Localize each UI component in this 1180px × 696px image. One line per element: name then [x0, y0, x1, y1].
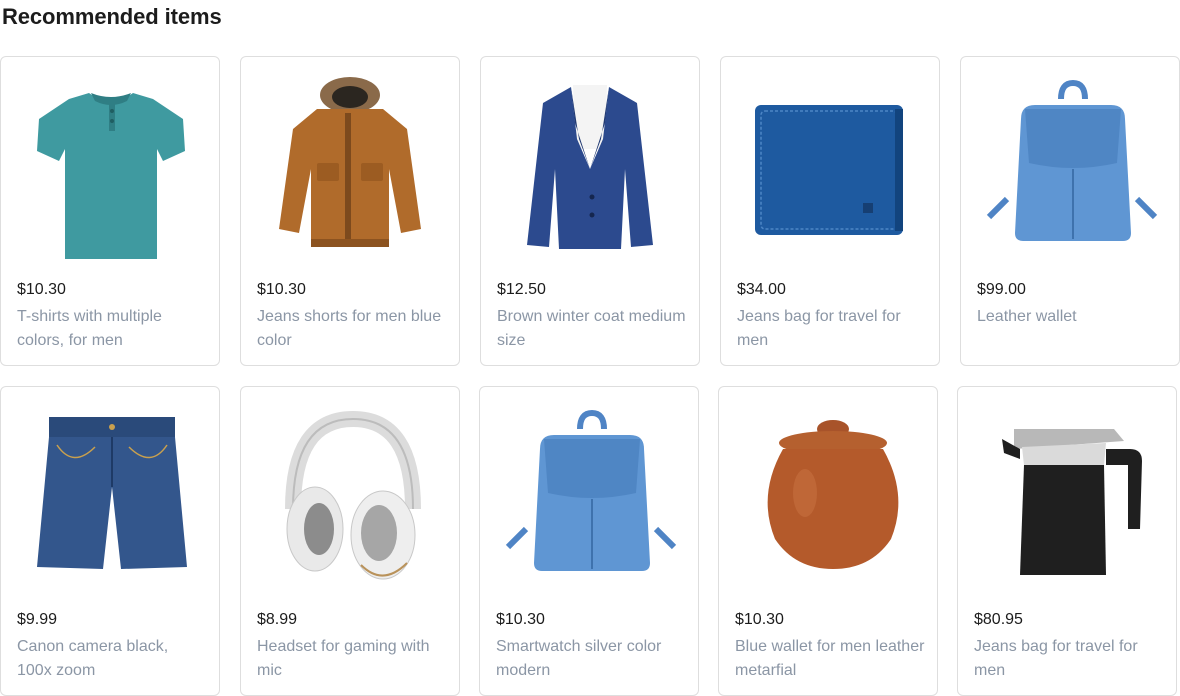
item-price: $10.30: [17, 281, 66, 298]
item-price: $10.30: [257, 281, 306, 298]
kettle-image[interactable]: [974, 399, 1160, 589]
product-card[interactable]: $10.30 Jeans shorts for men blue color: [240, 56, 460, 366]
blazer-image[interactable]: [497, 69, 683, 259]
jacket-image[interactable]: [257, 69, 443, 259]
item-name[interactable]: Brown winter coat medium size: [497, 305, 687, 353]
jeans-shorts-image[interactable]: [17, 399, 203, 589]
wallet-image[interactable]: [737, 69, 923, 259]
backpack-image[interactable]: [496, 399, 682, 589]
item-name[interactable]: Jeans bag for travel for men: [974, 635, 1164, 683]
backpack-image[interactable]: [977, 69, 1163, 259]
item-name[interactable]: Headset for gaming with mic: [257, 635, 447, 683]
section-title: Recommended items: [2, 4, 222, 29]
item-price: $8.99: [257, 611, 298, 628]
item-name[interactable]: Leather wallet: [977, 305, 1167, 329]
product-card[interactable]: $10.30 Blue wallet for men leather metar…: [718, 386, 938, 696]
item-price: $10.30: [496, 611, 545, 628]
headphones-image[interactable]: [257, 399, 443, 589]
item-name[interactable]: T-shirts with multiple colors, for men: [17, 305, 207, 353]
item-price: $99.00: [977, 281, 1026, 298]
item-name[interactable]: Blue wallet for men leather metarfial: [735, 635, 925, 683]
product-card[interactable]: $34.00 Jeans bag for travel for men: [720, 56, 940, 366]
item-name[interactable]: Jeans bag for travel for men: [737, 305, 927, 353]
product-card[interactable]: $10.30 T-shirts with multiple colors, fo…: [0, 56, 220, 366]
product-card[interactable]: $9.99 Canon camera black, 100x zoom: [0, 386, 220, 696]
item-price: $12.50: [497, 281, 546, 298]
product-card[interactable]: $8.99 Headset for gaming with mic: [240, 386, 460, 696]
item-price: $80.95: [974, 611, 1023, 628]
item-price: $34.00: [737, 281, 786, 298]
clay-pot-image[interactable]: [735, 399, 921, 589]
product-card[interactable]: $12.50 Brown winter coat medium size: [480, 56, 700, 366]
item-name[interactable]: Canon camera black, 100x zoom: [17, 635, 207, 683]
product-card[interactable]: $10.30 Smartwatch silver color modern: [479, 386, 699, 696]
item-name[interactable]: Jeans shorts for men blue color: [257, 305, 447, 353]
item-price: $10.30: [735, 611, 784, 628]
product-card[interactable]: $99.00 Leather wallet: [960, 56, 1180, 366]
item-price: $9.99: [17, 611, 58, 628]
product-card[interactable]: $80.95 Jeans bag for travel for men: [957, 386, 1177, 696]
tshirt-image[interactable]: [17, 69, 203, 259]
item-name[interactable]: Smartwatch silver color modern: [496, 635, 686, 683]
